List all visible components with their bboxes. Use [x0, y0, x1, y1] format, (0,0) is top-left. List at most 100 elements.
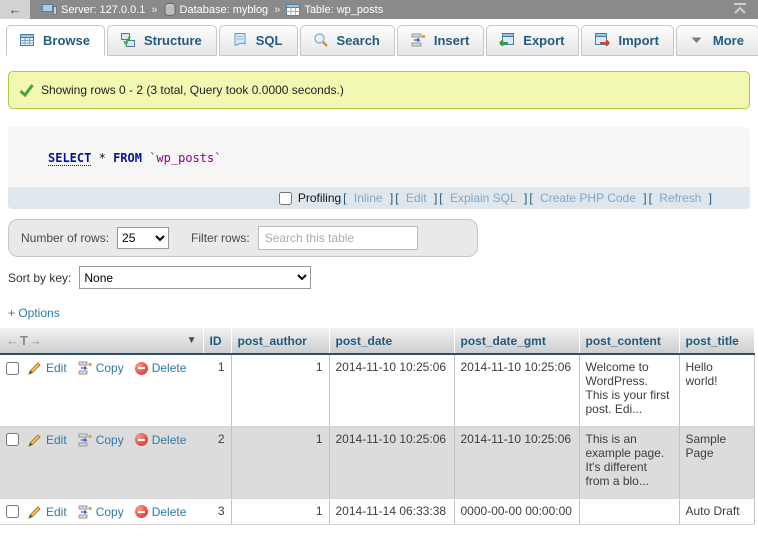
column-header-post-author[interactable]: post_author	[231, 328, 329, 354]
breadcrumb-database[interactable]: Database: myblog	[164, 3, 269, 16]
cell-post-date: 2014-11-14 06:33:38	[329, 498, 454, 524]
insert-icon	[410, 32, 426, 48]
sql-keyword-from: FROM	[113, 151, 142, 165]
sql-tools-bar: Profiling [ Inline ] [ Edit ] [ Explain …	[8, 187, 750, 209]
cell-post-content: Welcome to WordPress. This is your first…	[579, 354, 679, 426]
tab-import[interactable]: Import	[581, 25, 673, 56]
cell-id: 3	[203, 498, 231, 524]
tab-insert-label: Insert	[434, 33, 469, 48]
bracket: ]	[434, 191, 437, 205]
copy-icon	[78, 433, 92, 447]
delete-row-link[interactable]: Delete	[135, 433, 187, 447]
bracket: [	[343, 191, 346, 205]
create-php-code-link[interactable]: Create PHP Code	[540, 191, 636, 205]
breadcrumb-separator: »	[274, 4, 280, 16]
breadcrumb-separator: »	[151, 4, 157, 16]
column-header-id[interactable]: ID	[203, 328, 231, 354]
column-header-post-date[interactable]: post_date	[329, 328, 454, 354]
cell-post-title: Hello world!	[679, 354, 754, 426]
sql-keyword-select[interactable]: SELECT	[48, 151, 91, 166]
chevron-down-icon	[689, 32, 705, 48]
row-checkbox[interactable]	[6, 433, 19, 446]
explain-sql-link[interactable]: Explain SQL	[450, 191, 517, 205]
tab-import-label: Import	[618, 33, 658, 48]
copy-row-link[interactable]: Copy	[78, 433, 124, 447]
edit-row-link[interactable]: Edit	[28, 361, 67, 375]
copy-icon	[78, 505, 92, 519]
inline-link[interactable]: Inline	[354, 191, 383, 205]
breadcrumb-table[interactable]: Table: wp_posts	[286, 4, 383, 16]
sql-table-ref: `wp_posts`	[149, 151, 221, 165]
column-header-post-date-gmt[interactable]: post_date_gmt	[454, 328, 579, 354]
table-row: Edit Copy Delete 3 1 2014-11-14 06:33:38…	[0, 498, 754, 524]
tab-export[interactable]: Export	[486, 25, 579, 56]
edit-row-link[interactable]: Edit	[28, 505, 67, 519]
status-message: Showing rows 0 - 2 (3 total, Query took …	[8, 71, 750, 109]
cell-id: 1	[203, 354, 231, 426]
refresh-link[interactable]: Refresh	[659, 191, 701, 205]
bracket: ]	[709, 191, 712, 205]
tab-search[interactable]: Search	[300, 25, 395, 56]
profiling-checkbox[interactable]	[279, 192, 292, 205]
cell-id: 2	[203, 426, 231, 498]
column-options-dropdown-icon[interactable]: ▼	[187, 335, 197, 346]
number-of-rows-select[interactable]: 25	[117, 227, 169, 249]
cell-post-author: 1	[231, 354, 329, 426]
cell-post-author: 1	[231, 426, 329, 498]
tab-structure[interactable]: Structure	[107, 25, 217, 56]
breadcrumb-server[interactable]: Server: 127.0.0.1	[42, 3, 145, 16]
delete-row-link[interactable]: Delete	[135, 361, 187, 375]
tab-more[interactable]: More	[676, 25, 758, 56]
number-of-rows-label: Number of rows:	[21, 231, 109, 245]
tab-sql-label: SQL	[256, 33, 283, 48]
copy-icon	[78, 361, 92, 375]
column-header-post-title[interactable]: post_title	[679, 328, 754, 354]
table-icon	[286, 4, 300, 16]
collapse-panel-icon[interactable]	[732, 3, 748, 18]
profiling-label: Profiling	[298, 191, 341, 205]
options-toggle[interactable]: + Options	[8, 306, 60, 320]
table-header-row: ←T→ ▼ ID post_author post_date post_date…	[0, 328, 754, 354]
transformation-arrows-icon[interactable]: ←T→	[6, 333, 43, 348]
bracket: [	[395, 191, 398, 205]
edit-row-link[interactable]: Edit	[28, 433, 67, 447]
cell-post-content	[579, 498, 679, 524]
sql-icon	[232, 32, 248, 48]
server-icon	[42, 3, 57, 16]
tab-browse-label: Browse	[43, 33, 90, 48]
tab-sql[interactable]: SQL	[219, 25, 298, 56]
success-check-icon	[19, 83, 34, 97]
rows-controls-bar: Number of rows: 25 Filter rows:	[8, 219, 478, 257]
database-icon	[164, 3, 176, 16]
sql-query-box: SELECT * FROM `wp_posts` Profiling [ Inl…	[8, 127, 750, 209]
row-checkbox[interactable]	[6, 362, 19, 375]
back-arrow-button[interactable]: ←	[0, 0, 30, 19]
tab-insert[interactable]: Insert	[397, 25, 484, 56]
sql-query-text: SELECT * FROM `wp_posts`	[8, 127, 750, 187]
copy-row-link[interactable]: Copy	[78, 505, 124, 519]
tab-more-label: More	[713, 33, 744, 48]
pencil-icon	[28, 505, 42, 519]
breadcrumb-server-label: Server: 127.0.0.1	[61, 4, 145, 16]
cell-post-date-gmt: 0000-00-00 00:00:00	[454, 498, 579, 524]
cell-post-date: 2014-11-10 10:25:06	[329, 426, 454, 498]
row-actions-cell: Edit Copy Delete	[0, 426, 203, 498]
sort-by-key-select[interactable]: None	[79, 266, 311, 289]
edit-query-link[interactable]: Edit	[406, 191, 427, 205]
sql-star: *	[99, 151, 106, 165]
breadcrumb-database-label: Database: myblog	[180, 4, 269, 16]
table-row: Edit Copy Delete 1 1 2014-11-10 10:25:06…	[0, 354, 754, 426]
delete-row-link[interactable]: Delete	[135, 505, 187, 519]
filter-rows-input[interactable]	[258, 226, 418, 250]
row-actions-cell: Edit Copy Delete	[0, 498, 203, 524]
breadcrumb-table-label: Table: wp_posts	[304, 4, 383, 16]
cell-post-date-gmt: 2014-11-10 10:25:06	[454, 426, 579, 498]
row-checkbox[interactable]	[6, 505, 19, 518]
filter-rows-label: Filter rows:	[191, 231, 250, 245]
bracket: ]	[390, 191, 393, 205]
column-header-post-content[interactable]: post_content	[579, 328, 679, 354]
structure-icon	[120, 32, 136, 48]
bracket: [	[649, 191, 652, 205]
tab-browse[interactable]: Browse	[6, 25, 105, 56]
copy-row-link[interactable]: Copy	[78, 361, 124, 375]
